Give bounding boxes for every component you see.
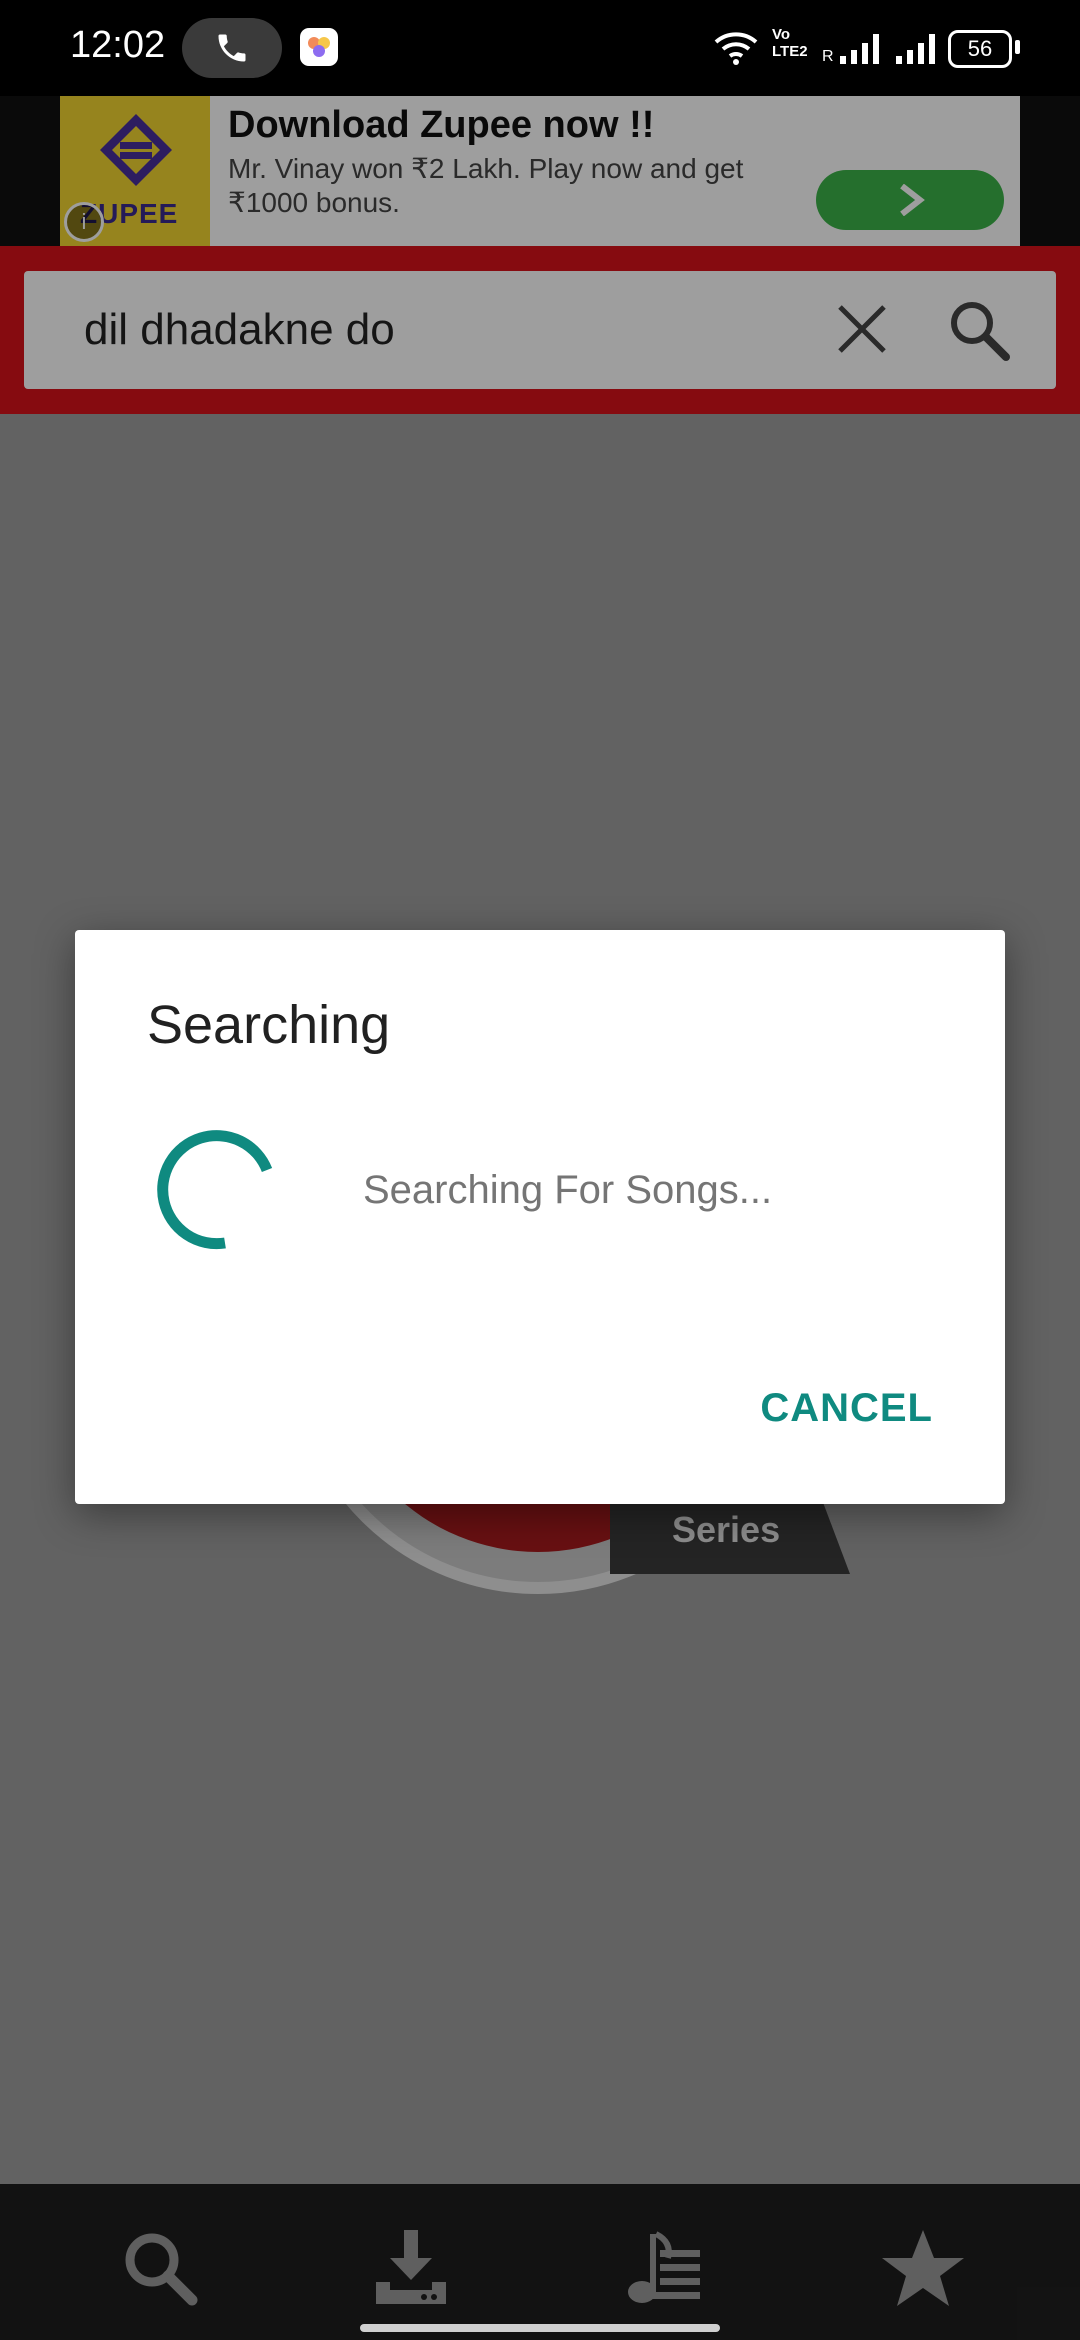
signal-strength-icon-2 [896,34,935,64]
volte-indicator: Vo LTE2 [772,26,808,60]
roaming-indicator: R [822,48,834,65]
home-indicator[interactable] [360,2324,720,2332]
progress-spinner-icon [157,1130,273,1250]
dialog-title: Searching [147,995,391,1055]
signal-strength-icon [840,34,879,64]
phone-icon [218,34,246,62]
searching-dialog: Searching Searching For Songs... CANCEL [75,930,1005,1504]
clock: 12:02 [70,24,166,66]
battery-indicator: 56 [948,30,1012,68]
ongoing-call-chip[interactable] [182,18,282,78]
cancel-button[interactable]: CANCEL [760,1386,933,1431]
status-bar: 12:02 Vo LTE2 R 56 [0,0,1080,96]
battery-tip [1015,40,1020,54]
wifi-icon [714,32,758,65]
dialog-message: Searching For Songs... [363,1168,773,1212]
app-notification-icon [300,28,338,66]
